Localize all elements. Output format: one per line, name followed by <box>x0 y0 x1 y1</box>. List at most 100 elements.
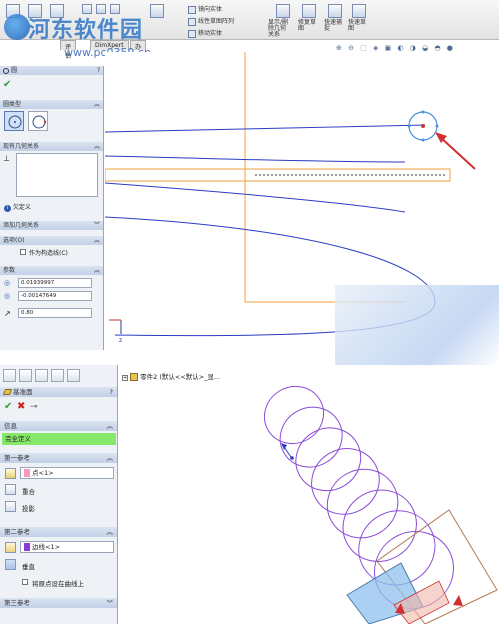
helix-canvas[interactable] <box>119 365 499 624</box>
marker-icon <box>453 595 463 606</box>
chevron-up-icon: ︽ <box>106 528 114 536</box>
radius-input[interactable]: 0.80 <box>18 308 92 318</box>
check-icon[interactable]: ✔ <box>4 401 12 412</box>
display-manager-tab[interactable] <box>67 369 80 382</box>
perimeter-circle-icon <box>32 115 47 129</box>
section-first-reference[interactable]: 第一参考 ︽ <box>0 453 117 463</box>
chevron-up-icon: ︽ <box>106 454 114 462</box>
circle-icon <box>3 67 9 74</box>
circle-property-manager: 圆 ? ✔ 圆类型 ︽ 现有几何关系 ︽ ⊥ i 欠定义 添加几何关系 ︾ 选项(O)… <box>0 66 104 350</box>
center-y-icon: ◎ <box>4 292 11 300</box>
watermark-logo <box>4 14 30 40</box>
configuration-manager-tab[interactable] <box>35 369 48 382</box>
help-button[interactable]: ? <box>110 387 113 397</box>
center-x-input[interactable]: 0.01939997 <box>18 278 92 288</box>
origin-icon: z <box>109 319 122 344</box>
chevron-down-icon: ︾ <box>106 599 114 607</box>
projection-label: 投影 <box>22 505 35 513</box>
circle-quadrant-top <box>421 110 425 114</box>
repair-sketch-icon[interactable] <box>302 4 316 18</box>
reference-color-swatch <box>24 543 30 551</box>
center-y-input[interactable]: -0.00147649 <box>18 291 92 301</box>
trim-icon[interactable] <box>150 4 164 18</box>
circle-quadrant-bottom <box>421 138 425 142</box>
second-reference-field[interactable]: 边线<1> <box>20 541 114 553</box>
helix-loop <box>295 427 362 492</box>
perpendicular-label: 垂直 <box>22 563 35 571</box>
dimxpert-manager-tab[interactable] <box>51 369 64 382</box>
repair-sketch-label[interactable]: 修复草图 <box>298 20 320 32</box>
graphics-area[interactable] <box>119 365 499 624</box>
section-add-relations[interactable]: 添加几何关系 ︾ <box>0 221 103 230</box>
point-icon <box>5 468 16 479</box>
curve-mid <box>105 155 406 163</box>
section-info[interactable]: 信息 ︽ <box>0 421 117 431</box>
plane-icon <box>2 389 13 395</box>
helix-start-point[interactable] <box>290 456 294 460</box>
section-existing-relations[interactable]: 现有几何关系 ︽ <box>0 142 103 151</box>
edge-icon <box>5 542 16 553</box>
section-parameters[interactable]: 参数 ︽ <box>0 266 103 275</box>
chevron-down-icon: ︾ <box>93 222 100 229</box>
construction-checkbox[interactable] <box>20 249 26 255</box>
curve-lower <box>105 182 406 213</box>
svg-text:z: z <box>119 337 122 344</box>
section-circle-type[interactable]: 圆类型 ︽ <box>0 100 103 109</box>
blur-overlay <box>335 285 499 365</box>
coincident-icon[interactable] <box>5 484 16 495</box>
origin-on-curve-checkbox[interactable] <box>22 579 28 585</box>
linear-pattern-icon <box>188 17 196 26</box>
chevron-up-icon: ︽ <box>106 422 114 430</box>
linear-pattern-button[interactable]: 线性草图阵列 <box>188 16 234 26</box>
center-x-icon: ◎ <box>4 279 11 287</box>
panel-title-bar: 圆 ? <box>0 66 103 75</box>
rapid-sketch-icon[interactable] <box>352 4 366 18</box>
relations-list[interactable] <box>16 153 98 197</box>
plane-property-manager: 基准面 ? ✔ ✖ ⊸ 信息 ︽ 完全定义 第一参考 ︽ 点<1> 重合 投影 第二… <box>0 365 118 624</box>
chevron-up-icon: ︽ <box>93 101 100 108</box>
view-toolbar[interactable]: ⊕ ⊖ ⬚ ◈ ▣ ◐ ◑ ◒ ◓ ● <box>336 44 455 52</box>
section-second-reference[interactable]: 第二参考 ︽ <box>0 527 117 537</box>
watermark-title: 河东软件园 <box>28 18 144 43</box>
circle-center-point[interactable] <box>421 124 425 128</box>
feature-manager-tab[interactable] <box>3 369 16 382</box>
display-relations-label[interactable]: 显示/删除几何关系 <box>268 20 290 38</box>
section-third-reference[interactable]: 第三参考 ︾ <box>0 598 117 608</box>
selected-plane-strip <box>105 168 451 182</box>
info-icon: i <box>4 205 11 212</box>
check-icon[interactable]: ✔ <box>3 79 11 90</box>
move-entities-button[interactable]: 移动实体 <box>188 28 222 38</box>
section-options[interactable]: 选项(O) ︽ <box>0 236 103 245</box>
perpendicular-icon[interactable] <box>5 559 16 570</box>
display-relations-icon[interactable] <box>276 4 290 18</box>
status-fully-defined: 完全定义 <box>2 433 116 445</box>
curve-upper <box>105 124 426 133</box>
plane-window: 基准面 ? ✔ ✖ ⊸ 信息 ︽ 完全定义 第一参考 ︽ 点<1> 重合 投影 第二… <box>0 365 499 624</box>
construction-label: 作为构造线(C) <box>29 250 68 257</box>
rapid-sketch-label[interactable]: 快速草图 <box>348 20 370 32</box>
first-reference-field[interactable]: 点<1> <box>20 467 114 479</box>
perimeter-circle-button[interactable] <box>28 111 48 131</box>
chevron-up-icon: ︽ <box>93 143 100 150</box>
help-button[interactable]: ? <box>97 66 100 75</box>
mirror-icon <box>188 5 196 14</box>
status-row: i 欠定义 <box>4 202 31 212</box>
move-icon <box>188 29 196 38</box>
center-circle-button[interactable] <box>4 111 24 131</box>
helix-loop <box>263 385 325 445</box>
coincident-label: 重合 <box>22 488 35 496</box>
property-manager-tab[interactable] <box>19 369 32 382</box>
pin-icon[interactable]: ⊸ <box>30 402 38 412</box>
quick-snap-icon[interactable] <box>328 4 342 18</box>
circle-quadrant-right <box>435 124 439 128</box>
quick-snap-label[interactable]: 快速捕捉 <box>324 20 346 32</box>
mirror-entities-button[interactable]: 镜向实体 <box>188 4 222 14</box>
projection-icon[interactable] <box>5 501 16 512</box>
arrow-icon <box>435 132 476 170</box>
panel-title-bar: 基准面 ? <box>0 387 117 397</box>
relation-icon: ⊥ <box>3 154 10 163</box>
reference-color-swatch <box>24 469 30 477</box>
circle-quadrant-left <box>407 124 411 128</box>
close-icon[interactable]: ✖ <box>17 401 25 412</box>
helix-loop <box>311 448 380 515</box>
